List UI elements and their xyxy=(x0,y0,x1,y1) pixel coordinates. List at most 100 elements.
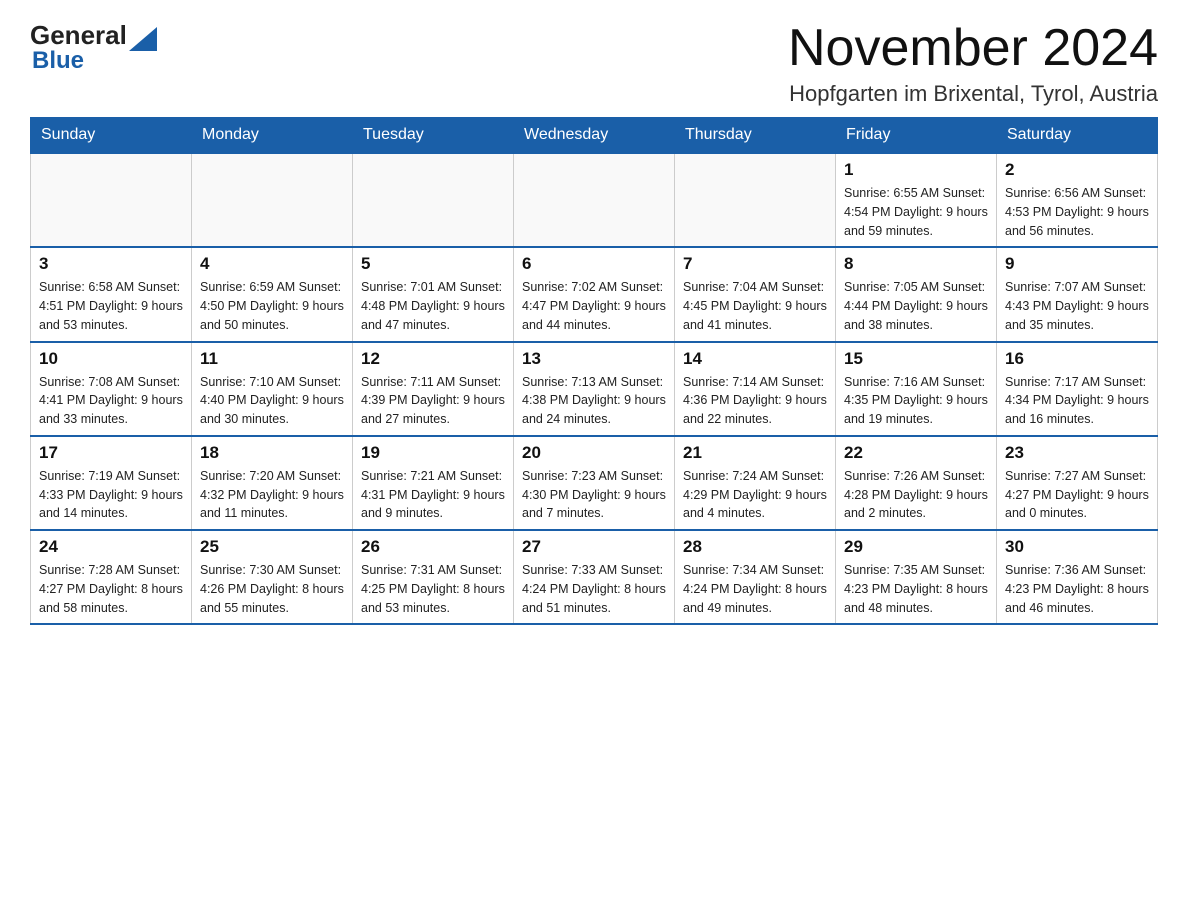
day-info: Sunrise: 7:33 AM Sunset: 4:24 PM Dayligh… xyxy=(522,561,666,617)
calendar-cell xyxy=(675,153,836,247)
day-info: Sunrise: 7:02 AM Sunset: 4:47 PM Dayligh… xyxy=(522,278,666,334)
calendar-cell: 30Sunrise: 7:36 AM Sunset: 4:23 PM Dayli… xyxy=(997,530,1158,624)
calendar-cell: 2 Sunrise: 6:56 AM Sunset: 4:53 PM Daylig… xyxy=(997,153,1158,247)
day-info: Sunrise: 7:19 AM Sunset: 4:33 PM Dayligh… xyxy=(39,467,183,523)
day-info: Sunrise: 7:13 AM Sunset: 4:38 PM Dayligh… xyxy=(522,373,666,429)
calendar-week-row: 1 Sunrise: 6:55 AM Sunset: 4:54 PM Daylig… xyxy=(31,153,1158,247)
day-number: 2 xyxy=(1005,160,1149,180)
calendar-cell: 22 Sunrise: 7:26 AM Sunset: 4:28 PM Dayli… xyxy=(836,436,997,530)
calendar-cell: 12Sunrise: 7:11 AM Sunset: 4:39 PM Dayli… xyxy=(353,342,514,436)
logo-blue-text: Blue xyxy=(30,47,157,75)
calendar-week-row: 17 Sunrise: 7:19 AM Sunset: 4:33 PM Dayli… xyxy=(31,436,1158,530)
day-number: 14 xyxy=(683,349,827,369)
day-number: 8 xyxy=(844,254,988,274)
column-header-tuesday: Tuesday xyxy=(353,118,514,154)
calendar-cell: 7 Sunrise: 7:04 AM Sunset: 4:45 PM Daylig… xyxy=(675,247,836,341)
calendar-cell: 23 Sunrise: 7:27 AM Sunset: 4:27 PM Dayli… xyxy=(997,436,1158,530)
calendar-cell: 4 Sunrise: 6:59 AM Sunset: 4:50 PM Daylig… xyxy=(192,247,353,341)
day-info: Sunrise: 6:55 AM Sunset: 4:54 PM Dayligh… xyxy=(844,184,988,240)
calendar-cell: 26Sunrise: 7:31 AM Sunset: 4:25 PM Dayli… xyxy=(353,530,514,624)
title-area: November 2024 Hopfgarten im Brixental, T… xyxy=(788,20,1158,107)
day-number: 11 xyxy=(200,349,344,369)
day-info: Sunrise: 7:31 AM Sunset: 4:25 PM Dayligh… xyxy=(361,561,505,617)
day-number: 23 xyxy=(1005,443,1149,463)
day-number: 30 xyxy=(1005,537,1149,557)
day-info: Sunrise: 7:28 AM Sunset: 4:27 PM Dayligh… xyxy=(39,561,183,617)
calendar-cell: 28 Sunrise: 7:34 AM Sunset: 4:24 PM Dayli… xyxy=(675,530,836,624)
calendar-cell: 3Sunrise: 6:58 AM Sunset: 4:51 PM Daylig… xyxy=(31,247,192,341)
calendar-cell: 25 Sunrise: 7:30 AM Sunset: 4:26 PM Dayli… xyxy=(192,530,353,624)
calendar-cell: 1 Sunrise: 6:55 AM Sunset: 4:54 PM Daylig… xyxy=(836,153,997,247)
calendar-cell: 10Sunrise: 7:08 AM Sunset: 4:41 PM Dayli… xyxy=(31,342,192,436)
column-header-sunday: Sunday xyxy=(31,118,192,154)
day-number: 21 xyxy=(683,443,827,463)
calendar-cell: 11 Sunrise: 7:10 AM Sunset: 4:40 PM Dayli… xyxy=(192,342,353,436)
day-number: 17 xyxy=(39,443,183,463)
calendar-cell: 27Sunrise: 7:33 AM Sunset: 4:24 PM Dayli… xyxy=(514,530,675,624)
day-info: Sunrise: 7:35 AM Sunset: 4:23 PM Dayligh… xyxy=(844,561,988,617)
calendar-cell xyxy=(353,153,514,247)
calendar-cell: 16 Sunrise: 7:17 AM Sunset: 4:34 PM Dayli… xyxy=(997,342,1158,436)
day-number: 25 xyxy=(200,537,344,557)
day-info: Sunrise: 7:05 AM Sunset: 4:44 PM Dayligh… xyxy=(844,278,988,334)
day-info: Sunrise: 6:59 AM Sunset: 4:50 PM Dayligh… xyxy=(200,278,344,334)
day-number: 28 xyxy=(683,537,827,557)
day-info: Sunrise: 7:30 AM Sunset: 4:26 PM Dayligh… xyxy=(200,561,344,617)
day-number: 16 xyxy=(1005,349,1149,369)
calendar-cell: 21Sunrise: 7:24 AM Sunset: 4:29 PM Dayli… xyxy=(675,436,836,530)
day-info: Sunrise: 6:58 AM Sunset: 4:51 PM Dayligh… xyxy=(39,278,183,334)
day-info: Sunrise: 7:27 AM Sunset: 4:27 PM Dayligh… xyxy=(1005,467,1149,523)
day-number: 22 xyxy=(844,443,988,463)
day-info: Sunrise: 7:21 AM Sunset: 4:31 PM Dayligh… xyxy=(361,467,505,523)
calendar-cell: 5Sunrise: 7:01 AM Sunset: 4:48 PM Daylig… xyxy=(353,247,514,341)
day-info: Sunrise: 7:34 AM Sunset: 4:24 PM Dayligh… xyxy=(683,561,827,617)
calendar-cell: 9Sunrise: 7:07 AM Sunset: 4:43 PM Daylig… xyxy=(997,247,1158,341)
calendar-cell: 19 Sunrise: 7:21 AM Sunset: 4:31 PM Dayli… xyxy=(353,436,514,530)
column-header-wednesday: Wednesday xyxy=(514,118,675,154)
day-number: 4 xyxy=(200,254,344,274)
day-number: 18 xyxy=(200,443,344,463)
calendar-cell: 18 Sunrise: 7:20 AM Sunset: 4:32 PM Dayli… xyxy=(192,436,353,530)
day-number: 19 xyxy=(361,443,505,463)
calendar-cell xyxy=(192,153,353,247)
column-header-thursday: Thursday xyxy=(675,118,836,154)
calendar-cell: 14 Sunrise: 7:14 AM Sunset: 4:36 PM Dayli… xyxy=(675,342,836,436)
day-info: Sunrise: 7:11 AM Sunset: 4:39 PM Dayligh… xyxy=(361,373,505,429)
calendar-week-row: 24 Sunrise: 7:28 AM Sunset: 4:27 PM Dayli… xyxy=(31,530,1158,624)
calendar-cell: 24 Sunrise: 7:28 AM Sunset: 4:27 PM Dayli… xyxy=(31,530,192,624)
day-number: 15 xyxy=(844,349,988,369)
calendar-cell: 15Sunrise: 7:16 AM Sunset: 4:35 PM Dayli… xyxy=(836,342,997,436)
column-header-friday: Friday xyxy=(836,118,997,154)
page-header: General Blue November 2024 Hopfgarten im… xyxy=(30,20,1158,107)
day-info: Sunrise: 7:10 AM Sunset: 4:40 PM Dayligh… xyxy=(200,373,344,429)
day-number: 6 xyxy=(522,254,666,274)
calendar-cell: 8 Sunrise: 7:05 AM Sunset: 4:44 PM Daylig… xyxy=(836,247,997,341)
calendar-cell: 29Sunrise: 7:35 AM Sunset: 4:23 PM Dayli… xyxy=(836,530,997,624)
month-title: November 2024 xyxy=(788,20,1158,77)
calendar-cell: 13 Sunrise: 7:13 AM Sunset: 4:38 PM Dayli… xyxy=(514,342,675,436)
location-subtitle: Hopfgarten im Brixental, Tyrol, Austria xyxy=(788,81,1158,107)
day-info: Sunrise: 7:04 AM Sunset: 4:45 PM Dayligh… xyxy=(683,278,827,334)
day-info: Sunrise: 7:07 AM Sunset: 4:43 PM Dayligh… xyxy=(1005,278,1149,334)
calendar-week-row: 10Sunrise: 7:08 AM Sunset: 4:41 PM Dayli… xyxy=(31,342,1158,436)
day-info: Sunrise: 7:23 AM Sunset: 4:30 PM Dayligh… xyxy=(522,467,666,523)
day-info: Sunrise: 7:17 AM Sunset: 4:34 PM Dayligh… xyxy=(1005,373,1149,429)
calendar-cell: 17 Sunrise: 7:19 AM Sunset: 4:33 PM Dayli… xyxy=(31,436,192,530)
day-info: Sunrise: 6:56 AM Sunset: 4:53 PM Dayligh… xyxy=(1005,184,1149,240)
column-header-saturday: Saturday xyxy=(997,118,1158,154)
day-number: 1 xyxy=(844,160,988,180)
calendar-cell: 6 Sunrise: 7:02 AM Sunset: 4:47 PM Daylig… xyxy=(514,247,675,341)
calendar-header-row: SundayMondayTuesdayWednesdayThursdayFrid… xyxy=(31,118,1158,154)
day-number: 24 xyxy=(39,537,183,557)
day-info: Sunrise: 7:20 AM Sunset: 4:32 PM Dayligh… xyxy=(200,467,344,523)
calendar-table: SundayMondayTuesdayWednesdayThursdayFrid… xyxy=(30,117,1158,625)
day-info: Sunrise: 7:14 AM Sunset: 4:36 PM Dayligh… xyxy=(683,373,827,429)
calendar-cell xyxy=(31,153,192,247)
day-info: Sunrise: 7:26 AM Sunset: 4:28 PM Dayligh… xyxy=(844,467,988,523)
logo: General Blue xyxy=(30,20,157,75)
calendar-week-row: 3Sunrise: 6:58 AM Sunset: 4:51 PM Daylig… xyxy=(31,247,1158,341)
calendar-cell: 20Sunrise: 7:23 AM Sunset: 4:30 PM Dayli… xyxy=(514,436,675,530)
day-number: 13 xyxy=(522,349,666,369)
day-number: 7 xyxy=(683,254,827,274)
day-info: Sunrise: 7:08 AM Sunset: 4:41 PM Dayligh… xyxy=(39,373,183,429)
